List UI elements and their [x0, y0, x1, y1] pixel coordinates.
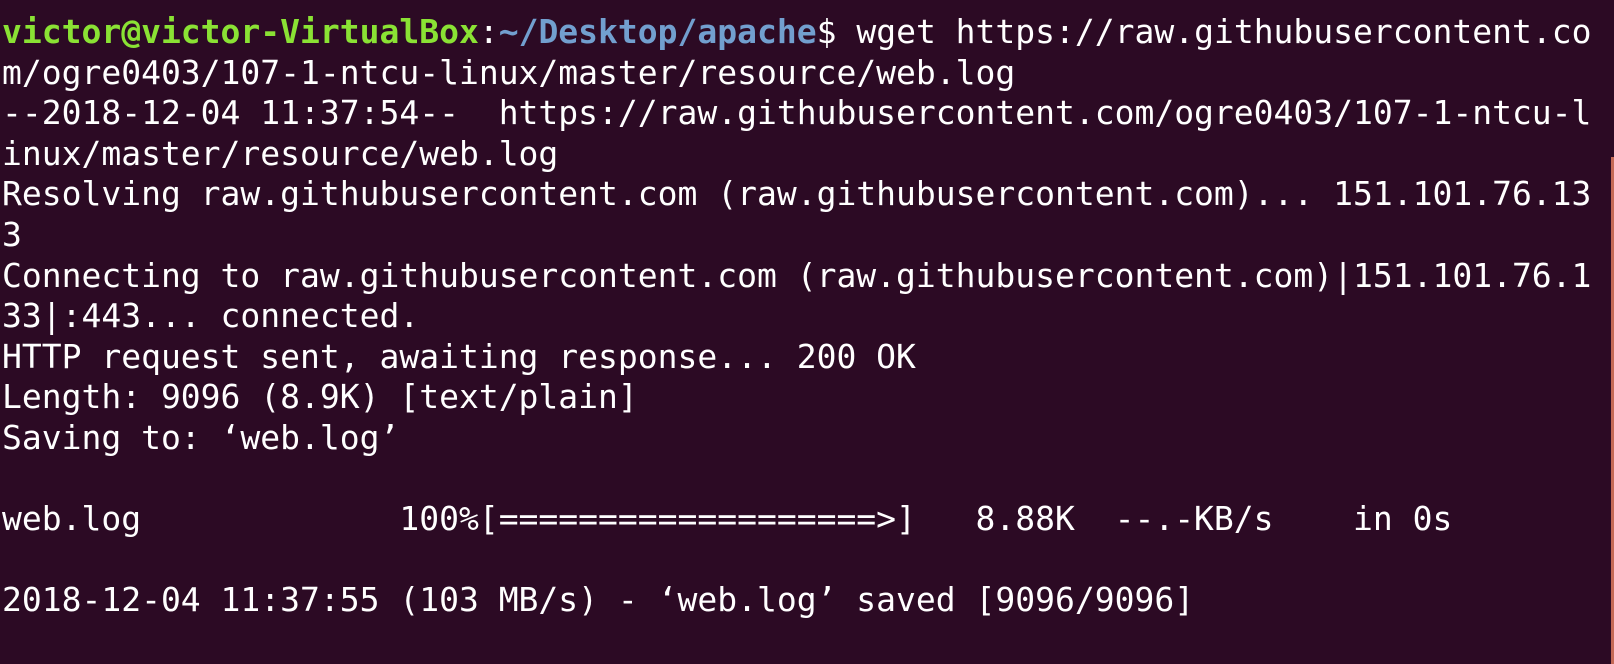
- prompt-symbol: $: [816, 12, 837, 51]
- prompt-line: victor@victor-VirtualBox:~/Desktop/apach…: [2, 12, 1614, 53]
- prompt-separator: :: [478, 12, 499, 51]
- command-text: wget https://raw.githubusercontent.co: [836, 12, 1592, 51]
- output-line: Length: 9096 (8.9K) [text/plain]: [2, 377, 638, 417]
- saved-line: 2018-12-04 11:37:55 (103 MB/s) - ‘web.lo…: [2, 580, 1195, 620]
- output-line: HTTP request sent, awaiting response... …: [2, 336, 916, 376]
- prompt-path: ~/Desktop/apache: [498, 12, 817, 51]
- terminal-window[interactable]: victor@victor-VirtualBox:~/Desktop/apach…: [0, 0, 1614, 664]
- output-line: 3: [2, 214, 22, 254]
- output-line: Saving to: ‘web.log’: [2, 417, 400, 457]
- output-line: 33|:443... connected.: [2, 296, 420, 336]
- progress-line: web.log 100%[===================>] 8.88K…: [2, 499, 1453, 539]
- output-line: Resolving raw.githubusercontent.com (raw…: [2, 174, 1592, 214]
- output-line: inux/master/resource/web.log: [2, 133, 559, 173]
- output-line: Connecting to raw.githubusercontent.com …: [2, 255, 1592, 295]
- prompt-user-host: victor@victor-VirtualBox: [2, 12, 479, 51]
- output-line: --2018-12-04 11:37:54-- https://raw.gith…: [2, 93, 1592, 133]
- output-line: m/ogre0403/107-1-ntcu-linux/master/resou…: [2, 52, 1016, 92]
